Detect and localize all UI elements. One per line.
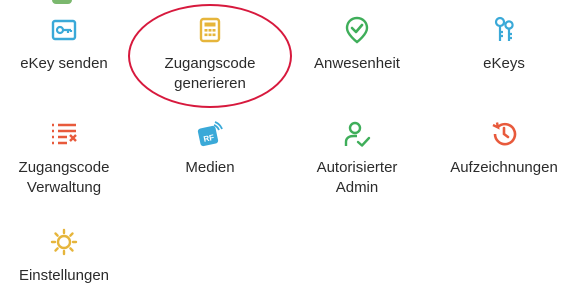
list-cross-icon [50, 120, 78, 148]
partial-icon-top [52, 0, 72, 4]
tile-ekey-send[interactable]: eKey senden [0, 16, 134, 74]
tile-label: Einstellungen [18, 267, 110, 284]
tile-label: eKey senden [20, 55, 108, 72]
tile-media[interactable]: RF Medien [140, 120, 280, 178]
keys-icon [490, 16, 518, 44]
tile-label: Medien [185, 159, 235, 176]
tile-label: Aufzeichnungen [450, 159, 558, 176]
tile-ekeys[interactable]: eKeys [434, 16, 574, 74]
key-card-icon [50, 16, 78, 44]
user-check-icon [343, 120, 371, 148]
tile-label: Zugangscode Verwaltung [18, 159, 110, 196]
keypad-icon [196, 16, 224, 44]
tile-passcode-management[interactable]: Zugangscode Verwaltung [0, 120, 134, 198]
rf-card-icon: RF [196, 120, 224, 148]
tile-authorized-admin[interactable]: Autorisierter Admin [287, 120, 427, 198]
tile-generate-passcode[interactable]: Zugangscode generieren [140, 16, 280, 94]
tile-attendance[interactable]: Anwesenheit [287, 16, 427, 74]
tile-label: Zugangscode generieren [164, 55, 256, 92]
menu-grid: eKey senden Zugangscode generieren Anwes… [0, 0, 581, 291]
check-pin-icon [343, 16, 371, 44]
tile-records[interactable]: Aufzeichnungen [434, 120, 574, 178]
tile-label: Autorisierter Admin [316, 159, 398, 196]
history-icon [490, 120, 518, 148]
tile-label: Anwesenheit [314, 55, 400, 72]
tile-label: eKeys [483, 55, 525, 72]
sun-gear-icon [50, 228, 78, 256]
tile-settings[interactable]: Einstellungen [0, 228, 134, 286]
